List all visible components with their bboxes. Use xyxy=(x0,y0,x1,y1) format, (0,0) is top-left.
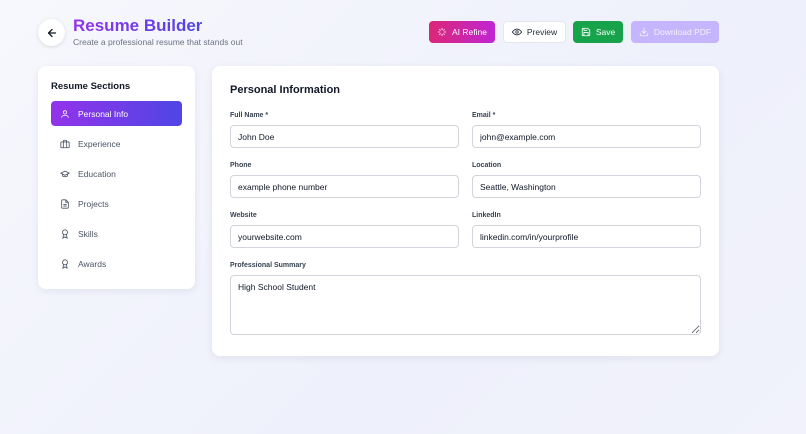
page-title: Resume Builder xyxy=(73,16,203,35)
user-icon xyxy=(61,109,69,118)
sidebar-item-label: Awards xyxy=(78,258,107,269)
sidebar-item-experience[interactable]: Experience xyxy=(51,131,182,156)
full-name-field[interactable] xyxy=(230,125,459,148)
eye-icon xyxy=(511,28,522,36)
download-icon xyxy=(639,27,649,37)
download-pdf-button[interactable]: Download PDF xyxy=(631,21,719,43)
preview-button[interactable]: Preview xyxy=(503,21,566,43)
sparkles-icon xyxy=(437,27,447,37)
sidebar-item-skills[interactable]: Skills xyxy=(51,221,182,246)
sidebar-item-label: Personal Info xyxy=(78,108,129,119)
arrow-left-icon xyxy=(47,28,56,37)
sidebar-item-label: Experience xyxy=(78,138,121,149)
ai-refine-label: AI Refine xyxy=(452,27,487,37)
sections-sidebar: Resume Sections Personal Info Experience… xyxy=(38,66,195,289)
location-label: Location xyxy=(472,162,502,169)
summary-label: Professional Summary xyxy=(230,262,306,269)
summary-textarea[interactable]: High School Student xyxy=(230,275,701,335)
document-icon xyxy=(61,198,69,209)
award-icon xyxy=(62,258,68,269)
download-pdf-label: Download PDF xyxy=(653,27,712,37)
phone-label: Phone xyxy=(230,162,252,169)
ai-refine-button[interactable]: AI Refine xyxy=(429,21,495,43)
sidebar-item-personal-info[interactable]: Personal Info xyxy=(51,101,182,126)
personal-info-card: Personal Information Full Name * Email *… xyxy=(212,66,719,356)
email-label: Email * xyxy=(472,112,496,119)
briefcase-icon xyxy=(60,139,70,148)
linkedin-field[interactable] xyxy=(472,225,701,248)
save-button[interactable]: Save xyxy=(573,21,623,43)
phone-field[interactable] xyxy=(230,175,459,198)
award-icon xyxy=(62,228,68,239)
sidebar-item-education[interactable]: Education xyxy=(51,161,182,186)
save-label: Save xyxy=(595,27,616,37)
website-field[interactable] xyxy=(230,225,459,248)
location-field[interactable] xyxy=(472,175,701,198)
graduation-cap-icon xyxy=(60,170,70,177)
linkedin-label: LinkedIn xyxy=(472,212,501,219)
sidebar-item-label: Projects xyxy=(78,198,109,209)
email-field[interactable] xyxy=(472,125,701,148)
page-subtitle: Create a professional resume that stands… xyxy=(73,37,243,47)
section-title: Personal Information xyxy=(230,84,341,96)
sidebar-item-projects[interactable]: Projects xyxy=(51,191,182,216)
sidebar-item-label: Skills xyxy=(78,228,98,239)
sidebar-item-label: Education xyxy=(78,168,116,179)
back-button[interactable] xyxy=(38,19,65,46)
preview-label: Preview xyxy=(526,27,558,37)
website-label: Website xyxy=(230,212,257,219)
save-icon xyxy=(581,27,590,37)
sidebar-item-awards[interactable]: Awards xyxy=(51,251,182,276)
sidebar-title: Resume Sections xyxy=(51,81,131,92)
full-name-label: Full Name * xyxy=(230,112,269,119)
